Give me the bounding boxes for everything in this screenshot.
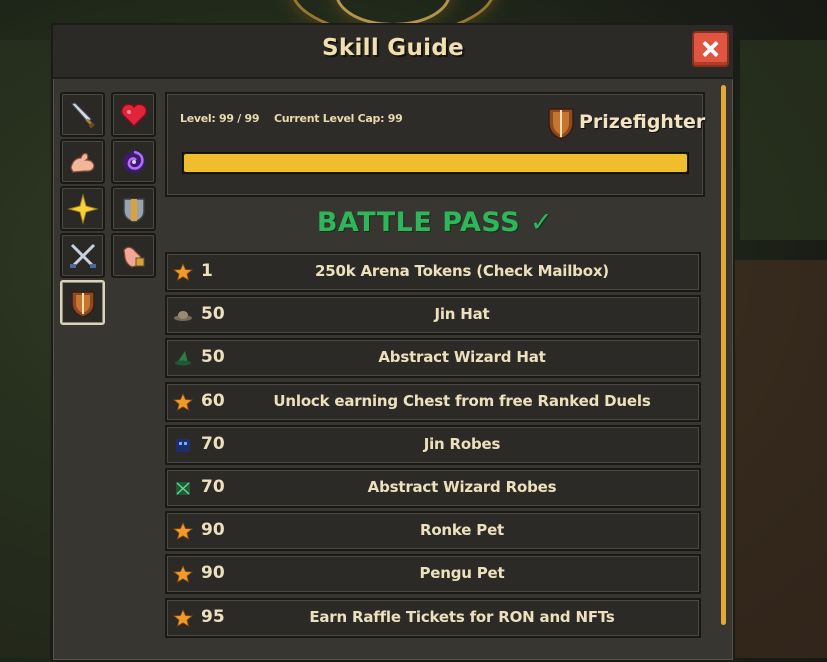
scrollbar[interactable] <box>721 85 726 625</box>
wizard-hat-icon <box>175 351 191 366</box>
vortex-icon <box>122 150 145 173</box>
skill-button-prizefighter[interactable] <box>60 280 105 325</box>
shield-icon <box>122 197 145 223</box>
reward-name: Pengu Pet <box>419 564 505 582</box>
reward-row: 60 Unlock earning Chest from free Ranked … <box>165 382 701 422</box>
star-icon <box>173 393 193 411</box>
reward-row: 70 Jin Robes <box>165 425 701 465</box>
reward-level: 60 <box>201 391 225 411</box>
level-progress-fill <box>184 154 687 172</box>
skill-button-heart[interactable] <box>111 92 156 137</box>
skill-button-shield[interactable] <box>111 186 156 231</box>
reward-name: Jin Hat <box>434 305 490 323</box>
battle-pass-title: BATTLE PASS ✓ <box>316 207 554 238</box>
skill-info-box: Level: 99 / 99 Current Level Cap: 99 Pri… <box>165 92 705 197</box>
skill-button-crossed-swords[interactable] <box>60 233 105 278</box>
reward-level: 90 <box>201 563 225 583</box>
reward-row: 70 Abstract Wizard Robes <box>165 468 701 508</box>
close-button[interactable] <box>692 31 729 67</box>
reward-name: Earn Raffle Tickets for RON and NFTs <box>309 608 615 626</box>
window-title: Skill Guide <box>321 35 465 61</box>
level-progress-bar <box>182 152 689 174</box>
wizard-robe-icon <box>176 482 190 495</box>
reward-row: 90 Pengu Pet <box>165 554 701 594</box>
star-icon <box>173 263 193 281</box>
reward-name: Jin Robes <box>423 435 501 453</box>
level-text: Level: 99 / 99 <box>180 112 260 125</box>
skill-button-vortex[interactable] <box>111 139 156 184</box>
reward-name: Abstract Wizard Robes <box>367 478 557 496</box>
prizefighter-shield-icon <box>70 290 95 318</box>
skill-button-hand[interactable] <box>111 233 156 278</box>
skill-button-star[interactable] <box>60 186 105 231</box>
reward-level: 50 <box>201 347 225 367</box>
reward-row: 50 Jin Hat <box>165 295 701 335</box>
reward-row: 95 Earn Raffle Tickets for RON and NFTs <box>165 598 701 638</box>
reward-name: Unlock earning Chest from free Ranked Du… <box>273 392 651 410</box>
level-cap-text: Current Level Cap: 99 <box>274 112 403 125</box>
star-icon <box>173 522 193 540</box>
window-header: Skill Guide <box>53 25 733 79</box>
star-icon <box>173 565 193 583</box>
reward-row: 1 250k Arena Tokens (Check Mailbox) <box>165 252 701 292</box>
reward-level: 70 <box>201 434 225 454</box>
sword-icon <box>70 101 95 129</box>
star-icon <box>173 609 193 627</box>
reward-name: 250k Arena Tokens (Check Mailbox) <box>315 262 609 280</box>
robe-icon <box>176 439 190 452</box>
sparkle-star-icon <box>66 192 99 225</box>
reward-name: Abstract Wizard Hat <box>378 348 546 366</box>
reward-name: Ronke Pet <box>419 521 505 539</box>
reward-level: 1 <box>201 261 213 281</box>
skill-guide-window: Skill Guide Level: 99 / 99 Current Level… <box>51 23 735 662</box>
skill-name: Prizefighter <box>579 111 706 133</box>
skill-button-strength[interactable] <box>60 139 105 184</box>
reward-row: 90 Ronke Pet <box>165 511 701 551</box>
crossed-swords-icon <box>69 243 96 268</box>
hat-icon <box>174 311 192 321</box>
background-tile <box>0 40 50 658</box>
prizefighter-badge-icon <box>548 108 574 140</box>
background-tile <box>740 40 827 240</box>
reward-level: 70 <box>201 477 225 497</box>
reward-level: 90 <box>201 520 225 540</box>
flexed-arm-icon <box>69 152 95 173</box>
reward-row: 50 Abstract Wizard Hat <box>165 338 701 378</box>
background-tile <box>733 260 827 658</box>
heart-icon <box>120 102 147 127</box>
reward-level: 95 <box>201 607 225 627</box>
reward-level: 50 <box>201 304 225 324</box>
skill-button-sword[interactable] <box>60 92 105 137</box>
grabbing-hand-icon <box>122 246 144 268</box>
